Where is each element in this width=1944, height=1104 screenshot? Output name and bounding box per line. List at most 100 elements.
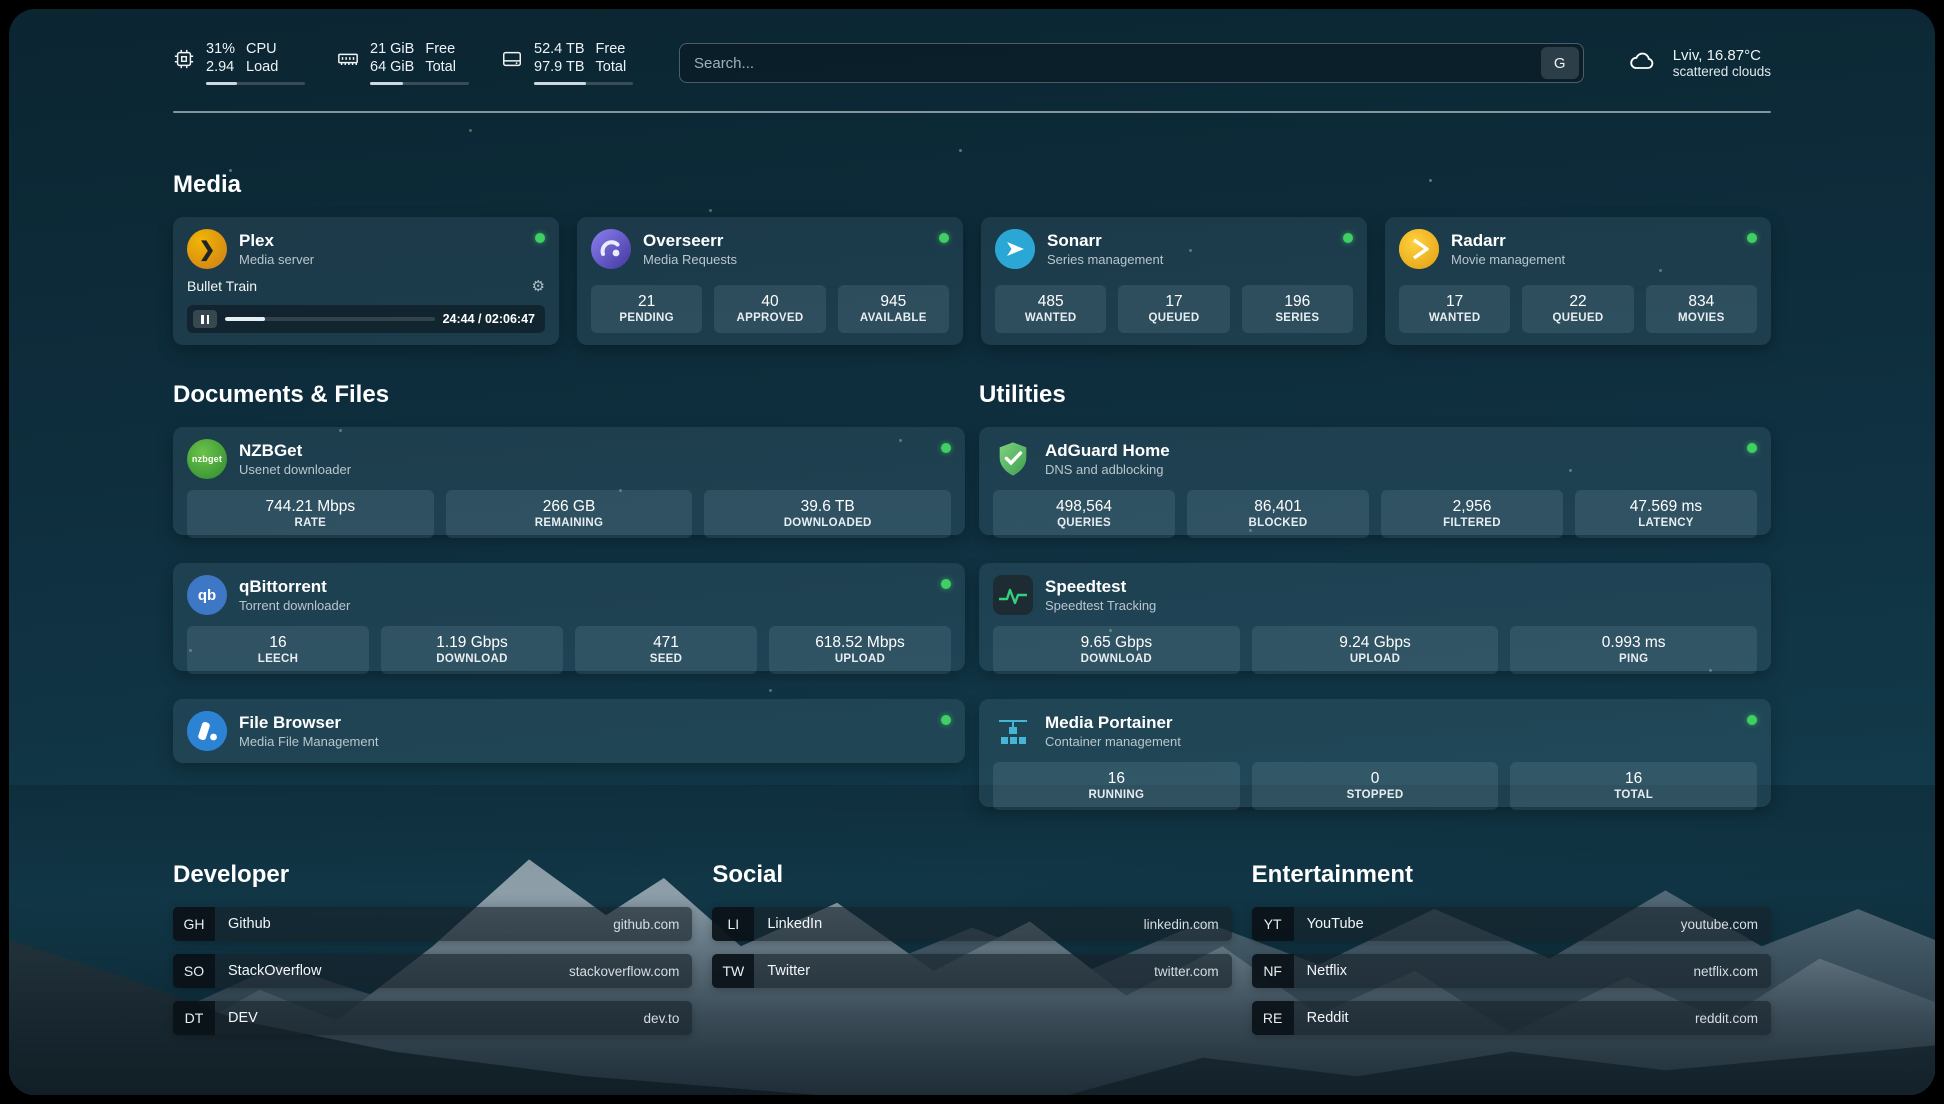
stat: 196 SERIES: [1242, 285, 1353, 333]
cpu-progress-bar: [206, 82, 305, 85]
weather-widget: Lviv, 16.87°C scattered clouds: [1624, 47, 1771, 80]
ram-free: 21 GiB: [370, 41, 414, 59]
stat: 266 GB REMAINING: [446, 490, 693, 538]
service-desc: Movie management: [1451, 251, 1565, 268]
service-name: Speedtest: [1045, 576, 1156, 597]
stat: 40 APPROVED: [714, 285, 825, 333]
radarr-icon: [1399, 229, 1439, 269]
service-name: Plex: [239, 230, 314, 251]
stat: 16 RUNNING: [993, 762, 1240, 810]
ram-label-top: Free: [425, 41, 456, 59]
bookmark-url: github.com: [613, 907, 692, 941]
bookmark-url: twitter.com: [1154, 954, 1232, 988]
stat: 47.569 ms LATENCY: [1575, 490, 1757, 538]
section-documents: Documents & Files nzbget NZBGet Usenet d…: [173, 381, 965, 807]
bookmark-url: reddit.com: [1695, 1001, 1771, 1035]
bookmark-abbr: SO: [173, 954, 215, 988]
status-dot: [1747, 233, 1757, 243]
section-title-utilities: Utilities: [979, 381, 1771, 409]
bookmark-abbr: YT: [1252, 907, 1294, 941]
bookmark-dev[interactable]: DT DEV dev.to: [173, 1001, 692, 1035]
section-media: Media ❯ Plex Media server Bullet Train: [173, 171, 1771, 345]
bookmark-abbr: GH: [173, 907, 215, 941]
plex-icon: ❯: [187, 229, 227, 269]
status-dot: [941, 443, 951, 453]
stat: 16 LEECH: [187, 626, 369, 674]
service-card-nzbget[interactable]: nzbget NZBGet Usenet downloader 744.21 M…: [173, 427, 965, 535]
service-desc: Usenet downloader: [239, 461, 351, 478]
stat: 0.993 ms PING: [1510, 626, 1757, 674]
stat: 945 AVAILABLE: [838, 285, 949, 333]
service-card-overseerr[interactable]: Overseerr Media Requests 21 PENDING 40 A…: [577, 217, 963, 345]
service-desc: Container management: [1045, 733, 1181, 750]
service-name: Media Portainer: [1045, 712, 1181, 733]
service-card-speedtest[interactable]: Speedtest Speedtest Tracking 9.65 Gbps D…: [979, 563, 1771, 671]
service-desc: Media Requests: [643, 251, 737, 268]
stat: 39.6 TB DOWNLOADED: [704, 490, 951, 538]
section-title-media: Media: [173, 171, 1771, 199]
cloud-icon: [1624, 47, 1660, 80]
bookmark-name: YouTube: [1294, 907, 1681, 941]
bookmark-url: dev.to: [644, 1001, 693, 1035]
search-input[interactable]: [694, 55, 1541, 72]
bookmark-twitter[interactable]: TW Twitter twitter.com: [712, 954, 1231, 988]
service-card-adguard[interactable]: AdGuard Home DNS and adblocking 498,564 …: [979, 427, 1771, 535]
service-name: NZBGet: [239, 440, 351, 461]
bookmark-url: linkedin.com: [1144, 907, 1232, 941]
disk-icon: [501, 48, 523, 70]
topbar: 31% 2.94 CPU Load: [173, 9, 1771, 85]
service-card-sonarr[interactable]: Sonarr Series management 485 WANTED 17 Q…: [981, 217, 1367, 345]
gear-icon[interactable]: ⚙: [532, 279, 545, 294]
qbittorrent-icon: qb: [187, 575, 227, 615]
service-name: File Browser: [239, 712, 378, 733]
pause-button[interactable]: [193, 310, 217, 328]
dashboard: 31% 2.94 CPU Load: [9, 9, 1935, 1095]
cpu-icon: [173, 48, 195, 70]
service-desc: Media server: [239, 251, 314, 268]
ram-label-bottom: Total: [425, 59, 456, 77]
bookmark-github[interactable]: GH Github github.com: [173, 907, 692, 941]
weather-condition: scattered clouds: [1673, 64, 1771, 79]
search-engine-button[interactable]: G: [1541, 47, 1579, 79]
bookmark-name: Reddit: [1294, 1001, 1695, 1035]
nzbget-icon: nzbget: [187, 439, 227, 479]
disk-total: 97.9 TB: [534, 59, 585, 77]
plex-player: 24:44 / 02:06:47: [187, 305, 545, 333]
section-social: Social LI LinkedIn linkedin.com TW Twitt…: [712, 861, 1231, 1035]
bookmark-stackoverflow[interactable]: SO StackOverflow stackoverflow.com: [173, 954, 692, 988]
now-playing-title: Bullet Train: [187, 278, 257, 294]
service-card-qbittorrent[interactable]: qb qBittorrent Torrent downloader 16 LEE…: [173, 563, 965, 671]
disk-widget: 52.4 TB 97.9 TB Free Total: [501, 41, 633, 85]
stat: 9.24 Gbps UPLOAD: [1252, 626, 1499, 674]
stat: 744.21 Mbps RATE: [187, 490, 434, 538]
stat: 834 MOVIES: [1646, 285, 1757, 333]
bookmark-name: DEV: [215, 1001, 644, 1035]
service-desc: Series management: [1047, 251, 1163, 268]
bookmark-linkedin[interactable]: LI LinkedIn linkedin.com: [712, 907, 1231, 941]
service-card-portainer[interactable]: Media Portainer Container management 16 …: [979, 699, 1771, 807]
service-card-plex[interactable]: ❯ Plex Media server Bullet Train ⚙: [173, 217, 559, 345]
section-utilities: Utilities: [979, 381, 1771, 807]
bookmark-youtube[interactable]: YT YouTube youtube.com: [1252, 907, 1771, 941]
status-dot: [1747, 443, 1757, 453]
playback-progress[interactable]: [225, 317, 435, 321]
bookmark-abbr: NF: [1252, 954, 1294, 988]
disk-label-top: Free: [596, 41, 627, 59]
service-card-radarr[interactable]: Radarr Movie management 17 WANTED 22 QUE…: [1385, 217, 1771, 345]
service-desc: Media File Management: [239, 733, 378, 750]
playback-time: 24:44 / 02:06:47: [443, 312, 535, 326]
bookmark-netflix[interactable]: NF Netflix netflix.com: [1252, 954, 1771, 988]
disk-label-bottom: Total: [596, 59, 627, 77]
status-dot: [1747, 715, 1757, 725]
bookmark-reddit[interactable]: RE Reddit reddit.com: [1252, 1001, 1771, 1035]
stat: 498,564 QUERIES: [993, 490, 1175, 538]
service-card-filebrowser[interactable]: File Browser Media File Management: [173, 699, 965, 763]
section-title-developer: Developer: [173, 861, 692, 889]
cpu-percent: 31%: [206, 41, 235, 59]
stat: 471 SEED: [575, 626, 757, 674]
stat: 17 WANTED: [1399, 285, 1510, 333]
search-bar[interactable]: G: [679, 43, 1584, 83]
section-entertainment: Entertainment YT YouTube youtube.com NF …: [1252, 861, 1771, 1035]
cpu-load-avg: 2.94: [206, 59, 235, 77]
status-dot: [535, 233, 545, 243]
